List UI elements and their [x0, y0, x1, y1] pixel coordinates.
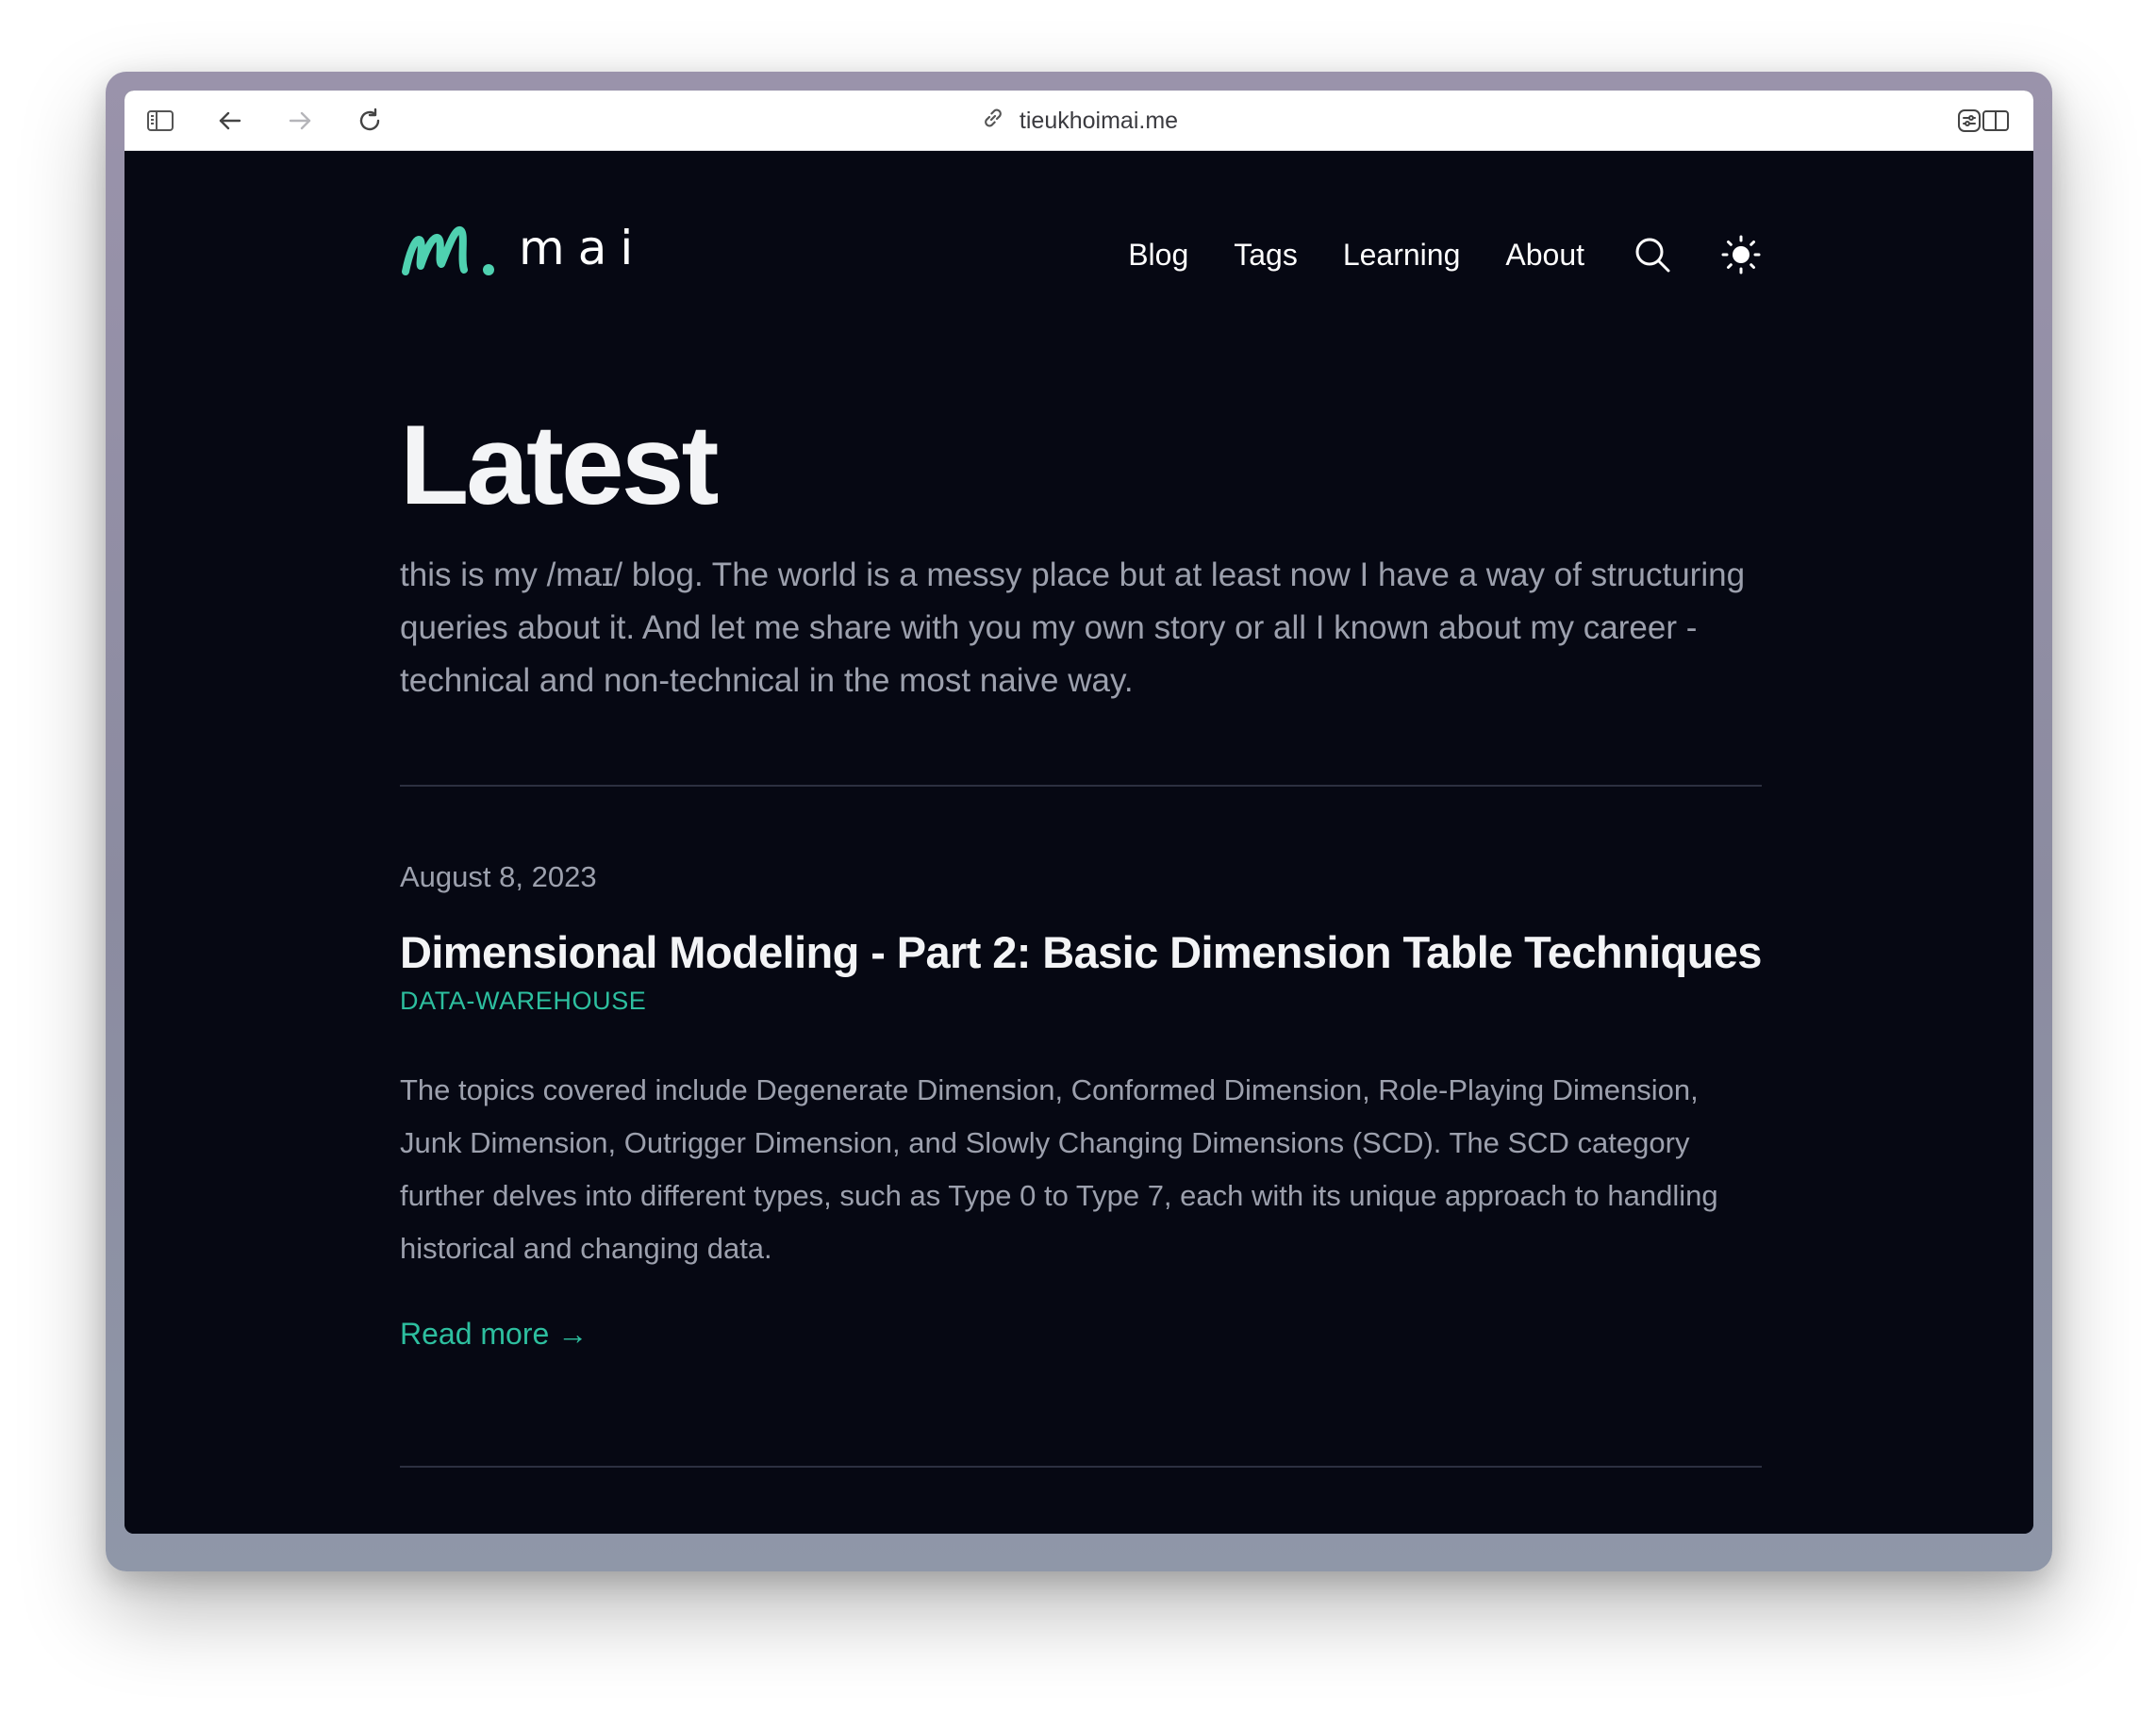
page: mai Blog Tags Learning About Latest this…: [124, 151, 2033, 1534]
address-bar-field[interactable]: tieukhoimai.me: [980, 105, 1178, 138]
page-title: Latest: [400, 402, 719, 528]
page-intro: this is my /maɪ/ blog. The world is a me…: [400, 556, 1746, 699]
browser-toolbar: tieukhoimai.me: [124, 91, 2033, 151]
nav-blog[interactable]: Blog: [1128, 238, 1188, 273]
read-more-link[interactable]: Read more →: [400, 1317, 588, 1352]
divider-bottom: [400, 1466, 1762, 1468]
post-tag-link[interactable]: DATA-WAREHOUSE: [400, 987, 646, 1016]
address-bar: tieukhoimai.me: [124, 91, 2033, 151]
browser-window: tieukhoimai.me mai Blog Tags Learning Ab…: [106, 72, 2052, 1571]
sun-icon[interactable]: [1720, 234, 1762, 275]
search-icon[interactable]: [1632, 234, 1673, 275]
browser-inner: tieukhoimai.me mai Blog Tags Learning Ab…: [124, 91, 2033, 1534]
nav-about[interactable]: About: [1505, 238, 1584, 273]
nav-tags[interactable]: Tags: [1234, 238, 1298, 273]
post-date: August 8, 2023: [400, 860, 597, 893]
logo-text: mai: [519, 221, 647, 275]
link-icon: [980, 105, 1006, 138]
back-arrow-icon[interactable]: [213, 104, 247, 138]
forward-arrow-icon[interactable]: [283, 104, 317, 138]
split-view-icon[interactable]: [1979, 104, 2013, 138]
site-header: mai Blog Tags Learning About: [400, 217, 1762, 292]
url-text: tieukhoimai.me: [1019, 107, 1179, 134]
site-logo[interactable]: mai: [400, 217, 646, 279]
main-nav: Blog Tags Learning About: [1083, 217, 1762, 292]
post-summary: The topics covered include Degenerate Di…: [400, 1073, 1718, 1265]
logo-mark-icon: [402, 226, 494, 275]
post-title-link[interactable]: Dimensional Modeling - Part 2: Basic Dim…: [400, 926, 1762, 978]
reload-icon[interactable]: [353, 104, 387, 138]
sidebar-icon[interactable]: [143, 104, 177, 138]
nav-learning[interactable]: Learning: [1343, 238, 1461, 273]
divider-top: [400, 785, 1762, 787]
